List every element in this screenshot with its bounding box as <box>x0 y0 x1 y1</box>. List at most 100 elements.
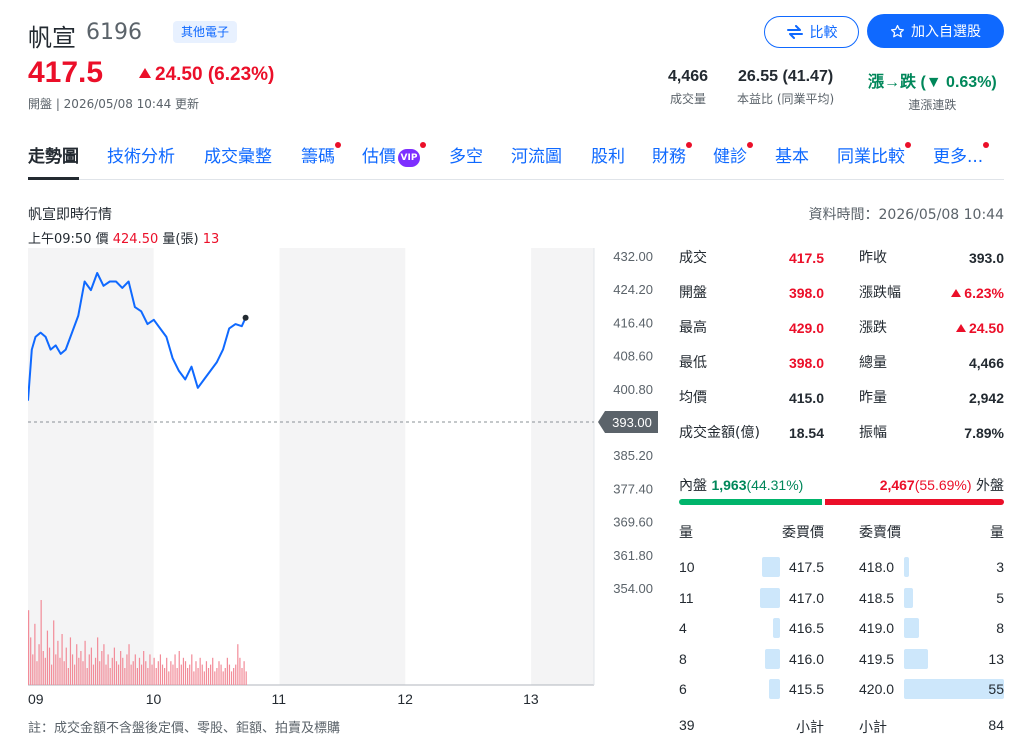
quote-value-text: 6.23% <box>964 285 1004 301</box>
volume-bar <box>187 668 189 685</box>
quote-value: 429.0 <box>788 320 824 336</box>
tab-label: 估價 <box>362 147 396 167</box>
volume-bar <box>155 668 157 685</box>
tab-trend[interactable]: 走勢圖 <box>28 140 79 180</box>
volume-bar <box>172 664 174 685</box>
inner-value: 1,963 <box>711 477 747 493</box>
volume-bar <box>191 654 193 685</box>
tab-trades[interactable]: 成交彙整 <box>204 140 272 180</box>
volume-bar <box>205 661 208 685</box>
tab-valuation[interactable]: 估價 VIP <box>362 140 426 180</box>
volume-bar <box>147 668 149 685</box>
vip-badge: VIP <box>398 149 420 167</box>
volume-bar <box>86 668 88 685</box>
ask-qty-bar <box>904 557 910 577</box>
hour-band <box>279 248 406 685</box>
tab-river[interactable]: 河流圖 <box>511 140 562 180</box>
ask-qty: 3 <box>996 559 1004 575</box>
volume-bar <box>111 657 113 685</box>
volume-bar <box>117 664 120 685</box>
volume-bar <box>78 657 80 685</box>
bid-price: 417.5 <box>788 559 824 575</box>
tab-technical[interactable]: 技術分析 <box>107 140 175 180</box>
volume-bar <box>132 661 134 685</box>
y-tick-label: 354.00 <box>613 581 653 596</box>
volume-bar <box>203 671 205 685</box>
x-tick-label: 10 <box>146 691 162 707</box>
volume-bar <box>44 657 46 685</box>
quote-value: 4,466 <box>968 355 1004 371</box>
quote-label: 漲跌 <box>859 320 887 336</box>
volume-bar <box>193 671 195 685</box>
volume-bar <box>97 637 99 685</box>
add-watchlist-button[interactable]: 加入自選股 <box>867 14 1004 48</box>
y-tick-label: 385.20 <box>613 448 653 463</box>
x-tick-label: 13 <box>523 691 539 707</box>
hover-vol: 13 <box>202 232 220 247</box>
tab-label: 財務 <box>652 147 686 167</box>
bid-qty: 11 <box>679 589 694 606</box>
y-tick-label: 432.00 <box>613 249 653 264</box>
inner-outer-volume: 內盤 1,963(44.31%) 2,467(55.69%) 外盤 <box>679 475 1004 495</box>
quote-label: 昨量 <box>859 390 887 406</box>
bid-price: 417.0 <box>788 589 824 606</box>
hover-price-label: 價 <box>95 232 109 247</box>
ob-header-ask-qty: 量 <box>990 525 1004 541</box>
bid-price: 415.5 <box>788 681 824 697</box>
volume-bar <box>99 661 101 685</box>
intraday-chart[interactable]: 432.00 424.20 416.40 408.60 400.80 385.20 377.… <box>28 248 668 712</box>
ask-qty-bar <box>904 648 928 669</box>
hover-price: 424.50 <box>112 232 159 247</box>
compare-button[interactable]: 比較 <box>764 16 859 48</box>
volume-bar <box>226 657 228 685</box>
stock-name: 帆宣 <box>28 24 76 52</box>
volume-bar <box>130 664 132 685</box>
quote-value: 417.5 <box>788 250 824 266</box>
volume-bar <box>40 600 42 685</box>
quote-label: 開盤 <box>679 285 707 301</box>
quote-value: 18.54 <box>788 425 824 441</box>
volume-bar <box>120 651 122 685</box>
tab-bar: 走勢圖 技術分析 成交彙整 籌碼 估價 VIP 多空 河流圖 股利 財務 健診 基… <box>28 140 1004 180</box>
volume-bar <box>243 661 245 685</box>
volume-bar <box>65 647 67 685</box>
volume-bar <box>124 668 126 685</box>
quote-value: 7.89% <box>964 425 1004 441</box>
volume-bar <box>220 664 222 685</box>
tab-financial[interactable]: 財務 <box>652 140 692 180</box>
industry-tag[interactable]: 其他電子 <box>173 21 238 43</box>
price-change: 24.50 (6.23%) <box>139 64 274 86</box>
up-triangle-icon <box>139 68 151 78</box>
tab-dividend[interactable]: 股利 <box>591 140 625 180</box>
volume-bar <box>71 654 74 685</box>
tab-chips[interactable]: 籌碼 <box>301 140 341 180</box>
ask-price: 419.0 <box>859 620 895 636</box>
bid-qty: 8 <box>679 650 687 667</box>
new-dot <box>983 142 990 148</box>
outer-bar <box>825 499 1004 505</box>
volume-bar <box>92 664 95 685</box>
tab-peers[interactable]: 同業比較 <box>837 140 911 180</box>
tab-longshort[interactable]: 多空 <box>449 140 483 180</box>
volume-bar <box>157 661 159 685</box>
y-tick-label: 369.60 <box>613 515 653 530</box>
volume-bar <box>201 664 203 685</box>
volume-bar <box>210 664 212 685</box>
volume-bar <box>163 668 166 685</box>
tab-more[interactable]: 更多... <box>933 140 990 180</box>
last-price-dot <box>242 314 249 321</box>
stat-label: 連漲連跌 <box>908 98 957 112</box>
ask-qty: 13 <box>988 650 1004 667</box>
current-price: 417.5 <box>28 56 104 89</box>
quote-label: 漲跌幅 <box>859 285 901 301</box>
volume-bar <box>168 671 170 685</box>
volume-bar <box>115 661 118 685</box>
tab-health[interactable]: 健診 <box>713 140 753 180</box>
volume-bar <box>109 668 111 685</box>
volume-bar <box>107 654 109 685</box>
tab-label: 河流圖 <box>511 147 562 167</box>
volume-bar <box>53 620 55 685</box>
volume-bar <box>161 664 164 685</box>
tab-basic[interactable]: 基本 <box>775 140 809 180</box>
tab-label: 股利 <box>591 147 625 167</box>
